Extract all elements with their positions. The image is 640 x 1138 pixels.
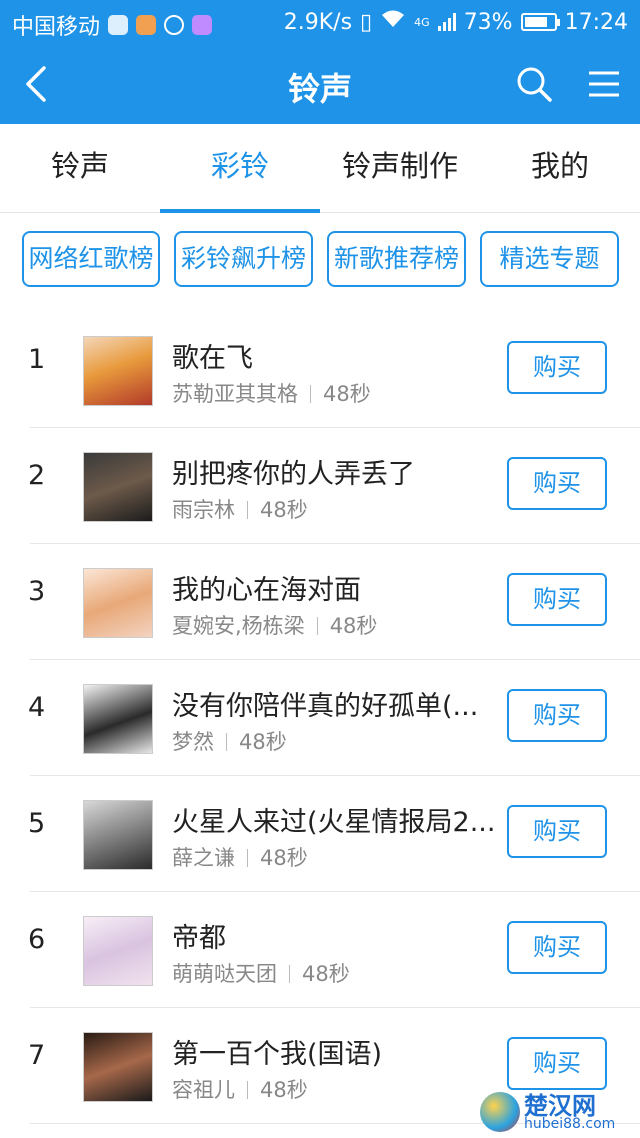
duration: 48秒: [260, 846, 308, 870]
song-title: 别把疼你的人弄丢了: [172, 459, 415, 490]
search-button[interactable]: [514, 64, 554, 104]
divider: [316, 617, 318, 635]
menu-icon: [589, 71, 619, 97]
list-item[interactable]: 1 歌在飞 苏勒亚其其格 48秒 购买: [0, 312, 640, 428]
rank-number: 1: [28, 344, 46, 375]
duration: 48秒: [260, 498, 308, 522]
album-cover: [83, 452, 153, 522]
tab-ringtone[interactable]: 铃声: [0, 124, 160, 212]
song-meta: 薛之谦 48秒: [172, 842, 308, 872]
notification-app-icon: [108, 15, 129, 35]
chip-new-songs[interactable]: 新歌推荐榜: [327, 231, 466, 287]
song-title: 帝都: [172, 923, 226, 954]
buy-button[interactable]: 购买: [507, 1037, 607, 1090]
duration: 48秒: [260, 1078, 308, 1102]
artist-name: 薛之谦: [172, 846, 235, 870]
battery-icon: [520, 13, 560, 31]
network-type: 4G: [414, 15, 430, 29]
watermark-logo-icon: [480, 1092, 520, 1132]
song-title: 火星人来过(火星情报局2...: [172, 807, 496, 838]
list-item[interactable]: 6 帝都 萌萌哒天团 48秒 购买: [0, 892, 640, 1008]
list-item[interactable]: 2 别把疼你的人弄丢了 雨宗林 48秒 购买: [0, 428, 640, 544]
search-icon: [517, 67, 552, 102]
song-meta: 夏婉安,杨栋梁 48秒: [172, 610, 377, 640]
song-title: 没有你陪伴真的好孤单(...: [172, 691, 479, 722]
watermark: 楚汉网 hubei88.com: [480, 1086, 640, 1138]
divider: [247, 849, 248, 867]
rank-number: 5: [28, 808, 46, 839]
song-title: 我的心在海对面: [172, 575, 361, 606]
rank-number: 7: [28, 1040, 46, 1071]
artist-name: 苏勒亚其其格: [172, 382, 298, 406]
artist-name: 梦然: [172, 730, 214, 754]
buy-button[interactable]: 购买: [507, 805, 607, 858]
duration: 48秒: [239, 730, 287, 754]
song-title: 歌在飞: [172, 343, 253, 374]
notification-app-icon: [136, 15, 157, 35]
album-cover: [83, 800, 153, 870]
duration: 48秒: [302, 962, 350, 986]
artist-name: 萌萌哒天团: [172, 962, 277, 986]
rank-number: 6: [28, 924, 46, 955]
artist-name: 夏婉安,杨栋梁: [172, 614, 305, 638]
rank-number: 3: [28, 576, 46, 607]
watermark-url: hubei88.com: [524, 1116, 616, 1132]
chip-rising-chart[interactable]: 彩铃飙升榜: [174, 231, 313, 287]
menu-button[interactable]: [586, 66, 622, 102]
notification-k-icon: [164, 15, 185, 35]
list-item[interactable]: 4 没有你陪伴真的好孤单(... 梦然 48秒 购买: [0, 660, 640, 776]
tab-bar: 铃声 彩铃 铃声制作 我的: [0, 124, 640, 213]
app-bar: 铃声: [0, 44, 640, 124]
song-title: 第一百个我(国语): [172, 1039, 383, 1070]
divider: [226, 733, 227, 751]
rank-number: 2: [28, 460, 46, 491]
album-cover: [83, 684, 153, 754]
clock: 17:24: [564, 9, 628, 35]
status-bar: 中国移动 2.9K/s ▯ 4G 73% 17:24: [0, 0, 640, 44]
divider: [247, 501, 248, 519]
chart-category-bar: 网络红歌榜 彩铃飙升榜 新歌推荐榜 精选专题: [0, 231, 640, 291]
buy-button[interactable]: 购买: [507, 341, 607, 394]
artist-name: 容祖儿: [172, 1078, 235, 1102]
album-cover: [83, 916, 153, 986]
song-meta: 雨宗林 48秒: [172, 494, 308, 524]
artist-name: 雨宗林: [172, 498, 235, 522]
tab-ringtone-maker[interactable]: 铃声制作: [320, 124, 480, 212]
album-cover: [83, 1032, 153, 1102]
buy-button[interactable]: 购买: [507, 457, 607, 510]
chip-featured-topics[interactable]: 精选专题: [480, 231, 619, 287]
buy-button[interactable]: 购买: [507, 573, 607, 626]
battery-percent: 73%: [463, 9, 513, 35]
song-meta: 萌萌哒天团 48秒: [172, 958, 350, 988]
chip-network-hits[interactable]: 网络红歌榜: [22, 231, 160, 287]
duration: 48秒: [323, 382, 371, 406]
vibrate-icon: ▯: [360, 9, 373, 35]
album-cover: [83, 568, 153, 638]
network-speed: 2.9K/s: [283, 9, 353, 35]
notification-gallery-icon: [192, 15, 213, 35]
album-cover: [83, 336, 153, 406]
song-meta: 梦然 48秒: [172, 726, 287, 756]
song-meta: 苏勒亚其其格 48秒: [172, 378, 371, 408]
rank-number: 4: [28, 692, 46, 723]
list-item[interactable]: 3 我的心在海对面 夏婉安,杨栋梁 48秒 购买: [0, 544, 640, 660]
tab-mine[interactable]: 我的: [480, 124, 640, 212]
divider: [310, 385, 311, 403]
wifi-icon: [380, 9, 406, 35]
tab-color-ringtone[interactable]: 彩铃: [160, 124, 320, 213]
list-item[interactable]: 5 火星人来过(火星情报局2... 薛之谦 48秒 购买: [0, 776, 640, 892]
buy-button[interactable]: 购买: [507, 921, 607, 974]
signal-icon: [437, 13, 456, 31]
divider: [247, 1081, 248, 1099]
carrier-label: 中国移动: [12, 15, 101, 40]
song-meta: 容祖儿 48秒: [172, 1074, 308, 1104]
divider: [289, 965, 290, 983]
buy-button[interactable]: 购买: [507, 689, 607, 742]
duration: 48秒: [329, 614, 378, 638]
